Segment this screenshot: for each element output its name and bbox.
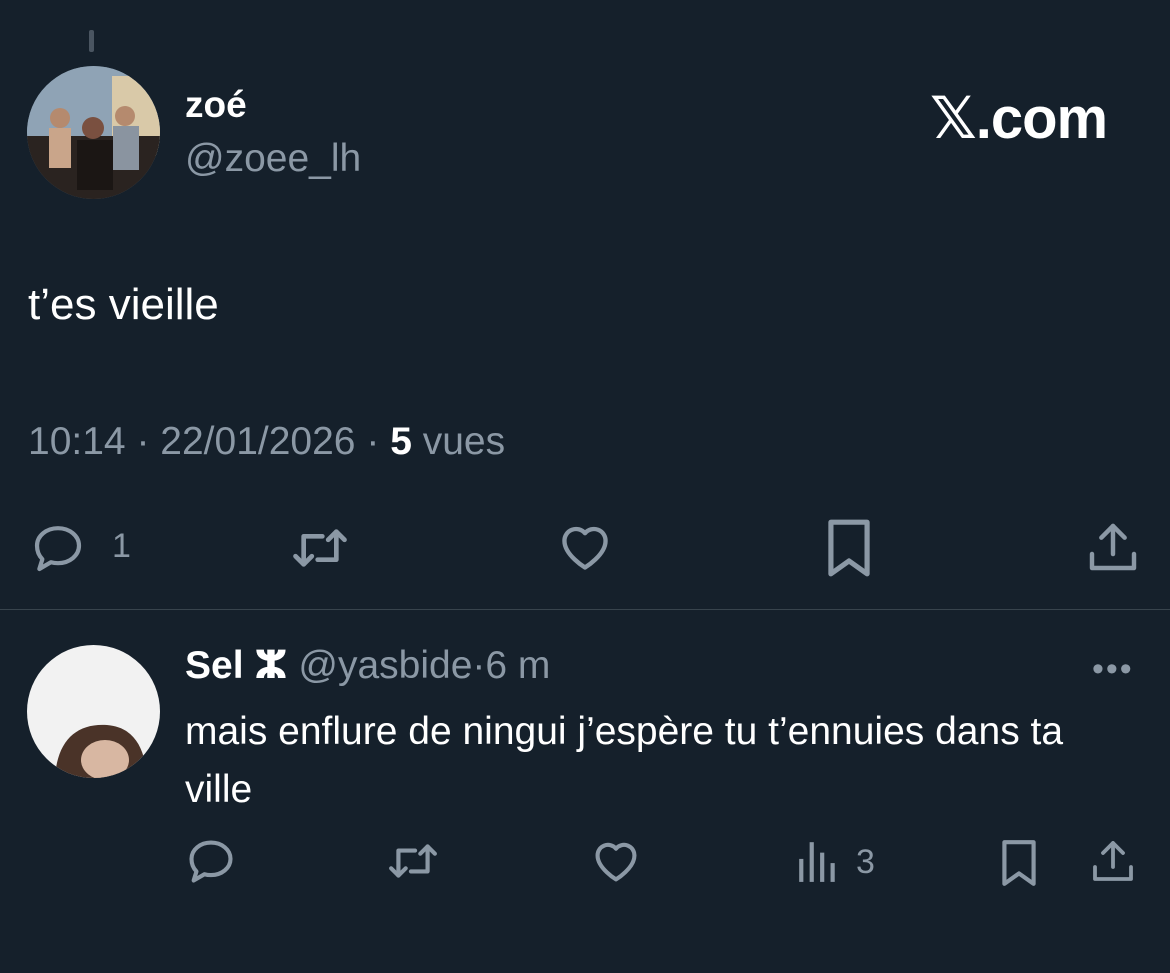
thread-connector	[89, 30, 94, 52]
like-icon[interactable]	[590, 835, 642, 887]
tweet-text: t’es vieille	[28, 280, 219, 329]
reply-author-avatar[interactable]	[27, 645, 160, 778]
retweet-icon[interactable]	[287, 520, 353, 576]
amazigh-symbol: ⵣ	[254, 644, 288, 687]
tweet-meta: 10:14 · 22/01/2026 · 5 vues	[28, 420, 505, 464]
tweet-time: 10:14	[28, 420, 126, 463]
bookmark-icon[interactable]	[823, 517, 875, 579]
reply-icon[interactable]	[28, 520, 88, 576]
reply-author-handle[interactable]: @yasbide	[298, 644, 472, 687]
reply-time[interactable]: 6 m	[485, 644, 550, 687]
more-options-icon[interactable]: •••	[1092, 650, 1134, 689]
share-icon[interactable]	[1085, 518, 1141, 576]
author-name[interactable]: zoé	[185, 84, 247, 126]
views-count: 5	[390, 420, 412, 463]
views-count: 3	[856, 843, 875, 881]
reply-icon[interactable]	[185, 835, 237, 887]
meta-separator: ·	[366, 420, 380, 463]
views-label: vues	[422, 420, 506, 463]
meta-separator: ·	[136, 420, 150, 463]
reply-author-name[interactable]: Sel	[185, 644, 244, 687]
divider	[0, 609, 1170, 610]
author-handle[interactable]: @zoee_lh	[185, 137, 361, 181]
share-icon[interactable]	[1089, 836, 1137, 886]
reply-header: Sel ⵣ @yasbide·6 m	[185, 643, 550, 688]
reply-separator: ·	[472, 644, 486, 687]
reply-text: mais enflure de ningui j’espère tu t’enn…	[185, 710, 1064, 811]
bookmark-icon[interactable]	[998, 838, 1040, 888]
tweet-date: 22/01/2026	[160, 420, 356, 463]
author-avatar[interactable]	[27, 66, 160, 199]
reply-count: 1	[112, 527, 131, 565]
views-icon[interactable]	[797, 838, 839, 884]
brand-watermark: 𝕏.com	[930, 86, 1108, 151]
like-icon[interactable]	[555, 518, 615, 576]
retweet-icon[interactable]	[385, 836, 441, 886]
